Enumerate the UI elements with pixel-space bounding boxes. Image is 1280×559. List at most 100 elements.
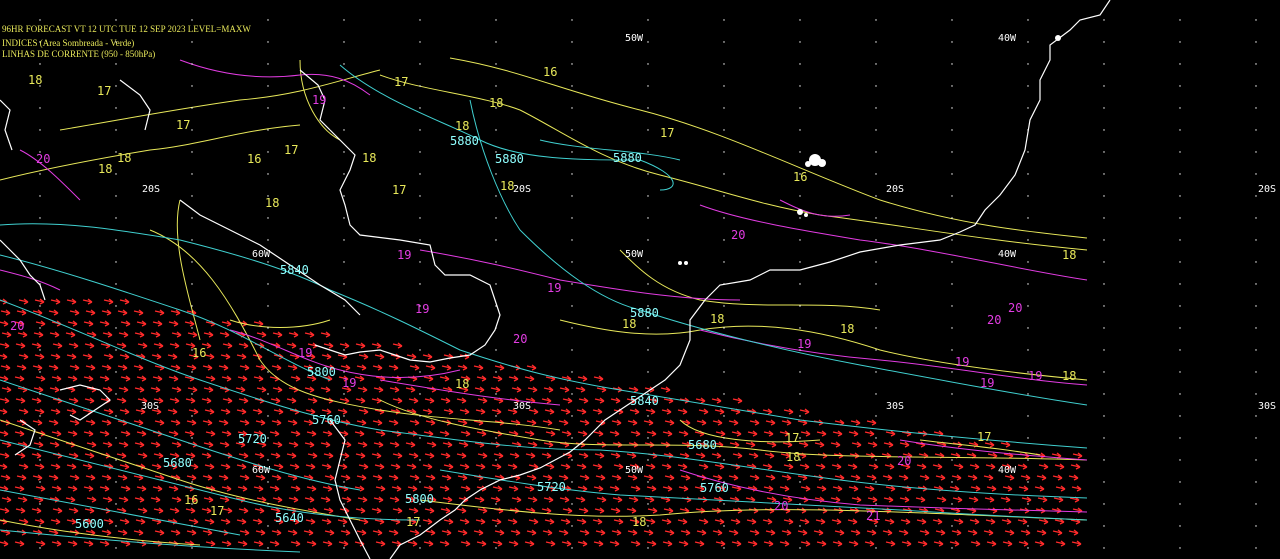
grid-dot bbox=[1027, 547, 1029, 549]
grid-dot bbox=[39, 459, 41, 461]
magenta-label: 20 bbox=[36, 152, 50, 166]
grid-dot bbox=[1179, 283, 1181, 285]
grid-dot bbox=[571, 393, 573, 395]
grid-dot bbox=[1103, 41, 1105, 43]
grid-dot bbox=[1027, 173, 1029, 175]
grid-dot bbox=[723, 305, 725, 307]
grid-dot bbox=[1103, 107, 1105, 109]
grid-dot bbox=[951, 503, 953, 505]
grid-dot bbox=[267, 437, 269, 439]
yellow-label: 17 bbox=[785, 431, 799, 445]
grid-dot bbox=[267, 239, 269, 241]
grid-dot bbox=[495, 437, 497, 439]
grid-dot bbox=[267, 283, 269, 285]
weather-map: 50W 40W 20S 20S 20S 20S 60W 50W 40W 30S … bbox=[0, 0, 1280, 559]
grid-dot bbox=[191, 481, 193, 483]
grid-dot bbox=[875, 305, 877, 307]
grid-dot bbox=[1027, 217, 1029, 219]
grid-dot bbox=[875, 41, 877, 43]
grid-dot bbox=[1103, 129, 1105, 131]
grid-dot bbox=[115, 525, 117, 527]
grid-dot bbox=[875, 85, 877, 87]
grid-dot bbox=[1255, 327, 1257, 329]
grid-dot bbox=[267, 305, 269, 307]
geopotential-label: 5880 bbox=[495, 152, 524, 166]
grid-dot bbox=[39, 195, 41, 197]
grid-dot bbox=[191, 283, 193, 285]
grid-dot bbox=[115, 415, 117, 417]
grid-dot bbox=[1255, 107, 1257, 109]
grid-dot bbox=[951, 393, 953, 395]
yellow-label: 18 bbox=[455, 377, 469, 391]
geopotential-label: 5720 bbox=[537, 480, 566, 494]
grid-dot bbox=[571, 327, 573, 329]
grid-dot bbox=[267, 547, 269, 549]
grid-dot bbox=[951, 525, 953, 527]
grid-dot bbox=[115, 173, 117, 175]
grid-dot bbox=[799, 305, 801, 307]
grid-dot bbox=[419, 459, 421, 461]
grid-dot bbox=[419, 327, 421, 329]
yellow-label: 16 bbox=[184, 493, 198, 507]
grid-dot bbox=[343, 41, 345, 43]
grid-dot bbox=[495, 217, 497, 219]
yellow-label: 17 bbox=[660, 126, 674, 140]
grid-dot bbox=[723, 151, 725, 153]
grid-dot bbox=[951, 349, 953, 351]
grid-dot bbox=[1179, 437, 1181, 439]
grid-dot bbox=[647, 261, 649, 263]
magenta-label: 19 bbox=[1028, 369, 1042, 383]
grid-dot bbox=[115, 393, 117, 395]
grid-dot bbox=[875, 173, 877, 175]
magenta-label: 20 bbox=[513, 332, 527, 346]
grid-dot bbox=[39, 63, 41, 65]
grid-dot bbox=[951, 437, 953, 439]
grid-dot bbox=[571, 305, 573, 307]
grid-dot bbox=[115, 371, 117, 373]
grid-dot bbox=[343, 129, 345, 131]
grid-dot bbox=[495, 481, 497, 483]
grid-dot bbox=[571, 85, 573, 87]
grid-dot bbox=[419, 151, 421, 153]
yellow-label: 16 bbox=[247, 152, 261, 166]
grid-dot bbox=[647, 283, 649, 285]
magenta-label: 19 bbox=[955, 355, 969, 369]
grid-dot bbox=[343, 239, 345, 241]
grid-dot bbox=[647, 481, 649, 483]
grid-dot bbox=[419, 437, 421, 439]
grid-dot bbox=[343, 393, 345, 395]
grid-dot bbox=[723, 393, 725, 395]
grid-dot bbox=[799, 261, 801, 263]
geopotential-label: 5800 bbox=[307, 365, 336, 379]
yellow-label: 18 bbox=[98, 162, 112, 176]
grid-dot bbox=[191, 525, 193, 527]
grid-dot bbox=[1255, 63, 1257, 65]
grid-dot bbox=[875, 261, 877, 263]
grid-dot bbox=[723, 371, 725, 373]
grid-dot bbox=[571, 195, 573, 197]
grid-dot bbox=[1179, 151, 1181, 153]
lon-label: 50W bbox=[625, 249, 644, 260]
geopotential-label: 5880 bbox=[613, 151, 642, 165]
grid-dot bbox=[1255, 393, 1257, 395]
grid-dot bbox=[1027, 283, 1029, 285]
grid-dot bbox=[1255, 41, 1257, 43]
grid-dot bbox=[1255, 525, 1257, 527]
grid-dot bbox=[1027, 151, 1029, 153]
grid-dot bbox=[1179, 415, 1181, 417]
yellow-label: 17 bbox=[210, 504, 224, 518]
grid-dot bbox=[495, 371, 497, 373]
grid-dot bbox=[39, 393, 41, 395]
grid-dot bbox=[343, 415, 345, 417]
grid-dot bbox=[951, 151, 953, 153]
grid-dot bbox=[1027, 305, 1029, 307]
grid-dot bbox=[723, 41, 725, 43]
grid-dot bbox=[267, 393, 269, 395]
grid-dot bbox=[571, 173, 573, 175]
grid-dot bbox=[39, 349, 41, 351]
grid-dot bbox=[875, 371, 877, 373]
lon-label: 60W bbox=[252, 465, 271, 476]
grid-dot bbox=[267, 459, 269, 461]
grid-dot bbox=[191, 437, 193, 439]
grid-dot bbox=[1255, 239, 1257, 241]
